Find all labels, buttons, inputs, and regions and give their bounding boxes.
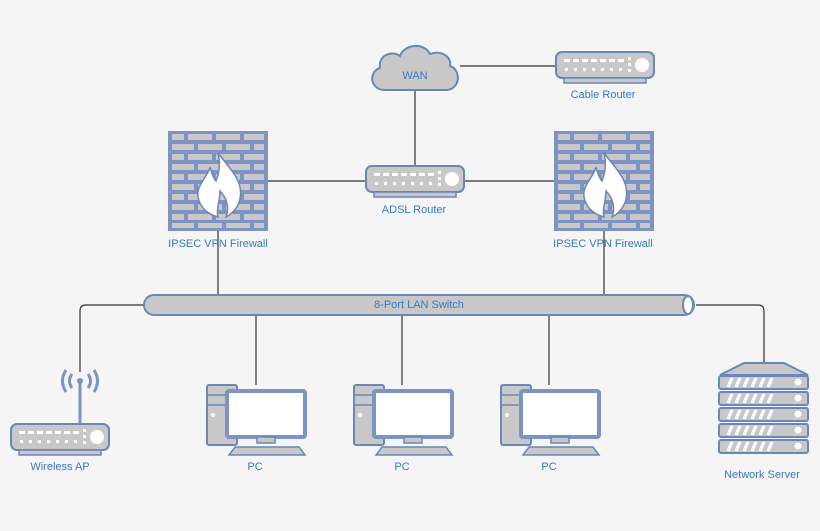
- wan-label: WAN: [402, 70, 428, 82]
- firewall-right-icon[interactable]: [553, 130, 655, 232]
- firewall-right-label: IPSEC VPN Firewall: [553, 238, 653, 250]
- adsl-router-icon[interactable]: [365, 165, 465, 198]
- network-diagram: WAN Cable Router ADSL Router IPSEC VPN F…: [0, 0, 820, 531]
- network-server-icon[interactable]: [718, 362, 809, 454]
- wireless-ap-label: Wireless AP: [30, 461, 90, 473]
- pc-1-icon[interactable]: [205, 383, 307, 457]
- wireless-ap-icon[interactable]: [10, 369, 110, 456]
- link-switch-server: [696, 304, 765, 363]
- link-switch-wireless-ap: [79, 304, 145, 372]
- adsl-router-label: ADSL Router: [381, 204, 447, 216]
- pc-3-label: PC: [541, 461, 557, 473]
- network-server-label: Network Server: [724, 469, 800, 481]
- pc-1-label: PC: [247, 461, 263, 473]
- lan-switch-label: 8-Port LAN Switch: [374, 299, 464, 311]
- firewall-left-icon[interactable]: [167, 130, 269, 232]
- cable-router-icon[interactable]: [555, 51, 655, 84]
- wan-cloud-icon[interactable]: [371, 45, 459, 91]
- pc-2-icon[interactable]: [352, 383, 454, 457]
- firewall-left-label: IPSEC VPN Firewall: [168, 238, 268, 250]
- pc-3-icon[interactable]: [499, 383, 601, 457]
- pc-2-label: PC: [394, 461, 410, 473]
- cable-router-label: Cable Router: [570, 89, 636, 101]
